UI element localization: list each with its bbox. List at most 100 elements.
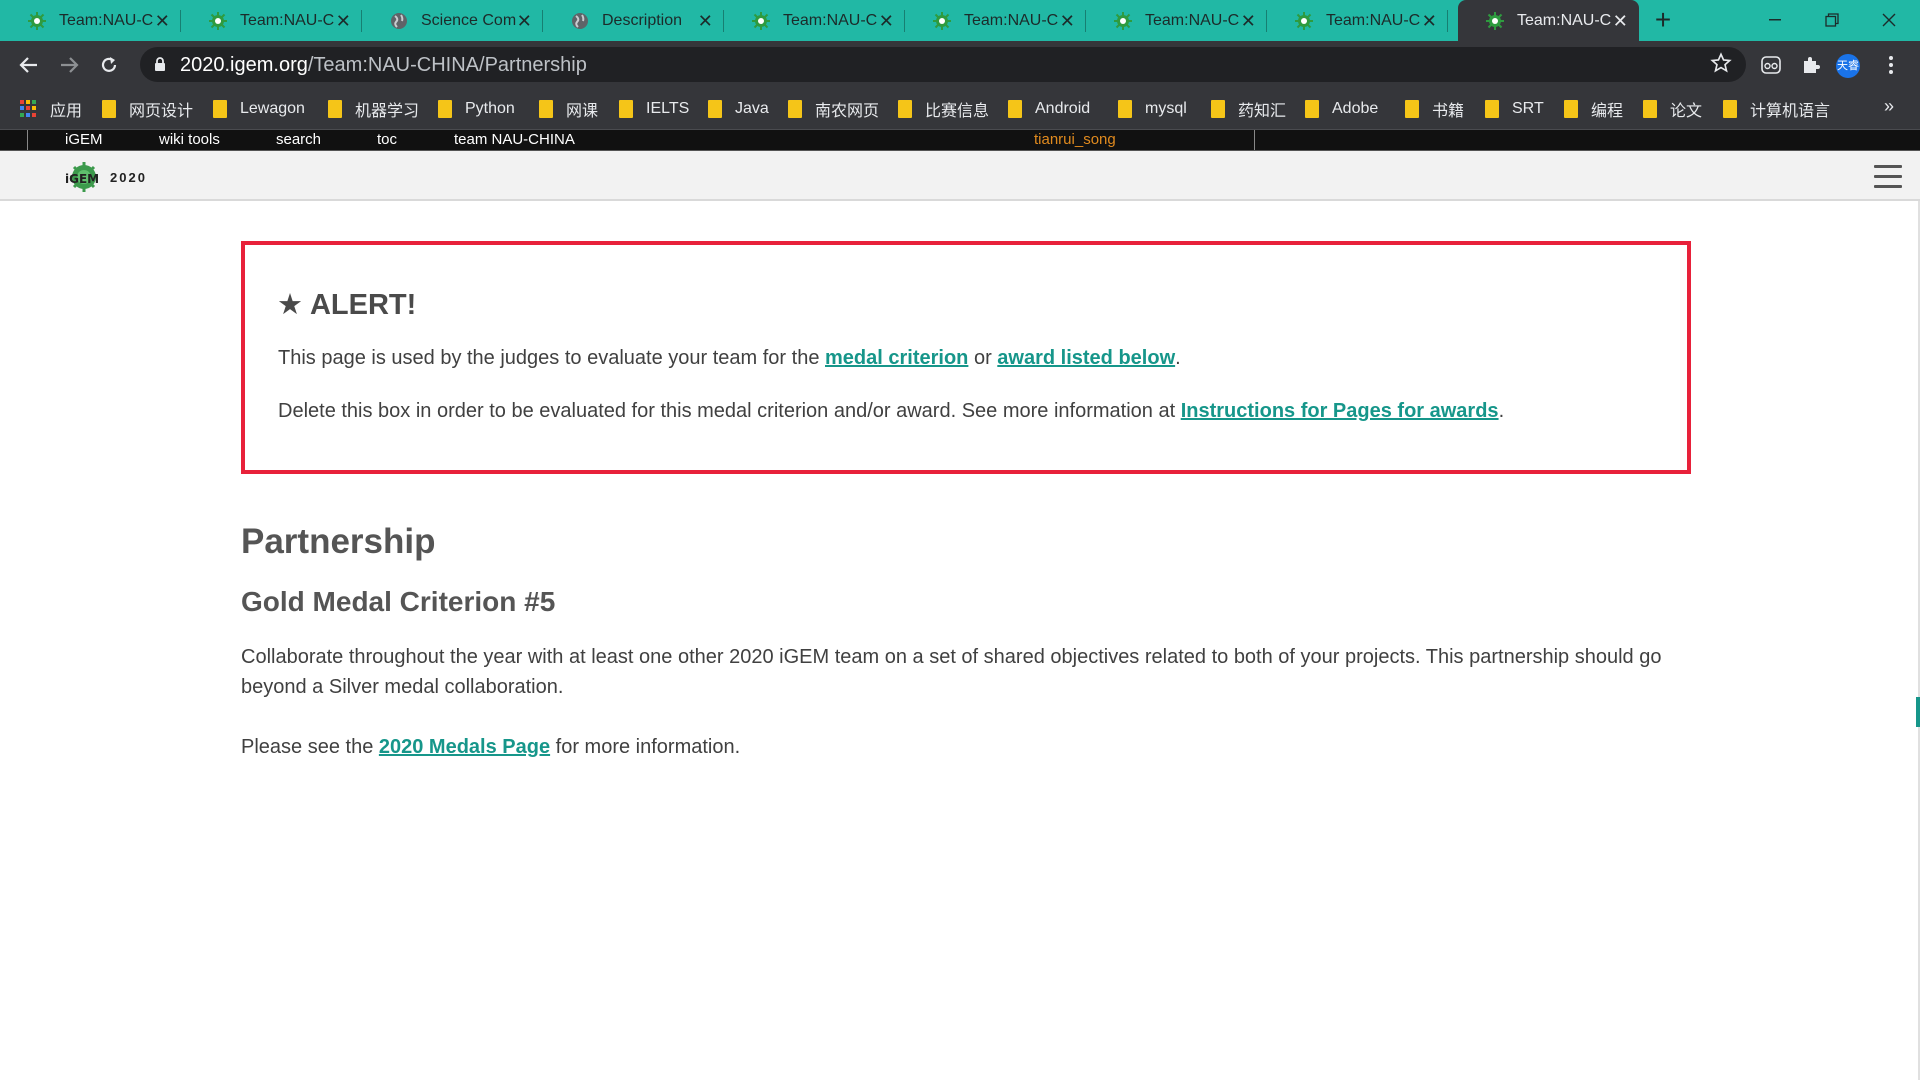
browser-tab[interactable]: Team:NAU-CHINA ✕ [1086, 0, 1267, 41]
bookmark-folder[interactable]: 比赛信息 [898, 88, 989, 129]
bookmark-label: mysql [1145, 99, 1187, 117]
bookmark-folder[interactable]: mysql [1118, 88, 1187, 129]
folder-icon [708, 99, 722, 118]
tab-close-icon[interactable]: ✕ [1421, 12, 1438, 30]
bookmark-star-icon[interactable] [1710, 52, 1732, 79]
svg-text:iGEM: iGEM [65, 172, 99, 186]
igem-2020-logo[interactable]: iGEM 2020 [64, 162, 147, 192]
apps-grid-icon [20, 99, 38, 118]
instructions-pages-awards-link[interactable]: Instructions for Pages for awards [1181, 400, 1499, 422]
tab-close-icon[interactable]: ✕ [1059, 12, 1076, 30]
bookmark-label: 南农网页 [815, 102, 880, 120]
award-listed-below-link[interactable]: award listed below [997, 347, 1175, 369]
topbar-link-igem[interactable]: iGEM [65, 131, 103, 148]
topbar-username[interactable]: tianrui_song [1034, 131, 1116, 148]
scroll-indicator[interactable] [1916, 697, 1920, 727]
browser-tab[interactable]: Team:NAU-CHINA ✕ [181, 0, 362, 41]
bookmark-folder[interactable]: Android [1008, 88, 1090, 129]
browser-tab[interactable]: Science Communication ✕ [362, 0, 543, 41]
browser-tab-active[interactable]: Team:NAU-CHINA ✕ [1458, 0, 1639, 41]
bookmark-folder[interactable]: 编程 [1564, 88, 1623, 129]
bookmark-label: 应用 [50, 102, 83, 120]
bookmark-folder[interactable]: Lewagon [213, 88, 305, 129]
tab-title: Team:NAU-CHINA [240, 11, 335, 29]
minimize-icon[interactable] [1755, 6, 1795, 34]
bookmark-label: 网页设计 [129, 102, 194, 120]
igem-logo-icon: iGEM [65, 162, 99, 192]
topbar-link-search[interactable]: search [276, 131, 321, 148]
address-bar[interactable]: 2020.igem.org/Team:NAU-CHINA/Partnership [140, 47, 1746, 82]
tab-close-icon[interactable]: ✕ [335, 12, 352, 30]
alert-text: This page is used by the judges to evalu… [278, 347, 825, 369]
bookmark-folder[interactable]: 计算机语言 [1723, 88, 1830, 129]
new-tab-button[interactable]: + [1648, 6, 1678, 36]
url-path: /Team:NAU-CHINA/Partnership [307, 54, 587, 76]
igem-favicon-icon [932, 11, 952, 31]
bookmark-folder[interactable]: 药知汇 [1211, 88, 1286, 129]
browser-toolbar: 2020.igem.org/Team:NAU-CHINA/Partnership… [0, 41, 1920, 88]
medals-info-paragraph: Please see the 2020 Medals Page for more… [241, 732, 1691, 762]
bookmark-apps[interactable]: 应用 [20, 88, 82, 129]
paragraph-text: for more information. [550, 736, 741, 758]
back-arrow-icon[interactable] [14, 50, 44, 80]
site-navbar: iGEM 2020 [0, 151, 1920, 201]
folder-icon [1405, 99, 1419, 118]
bookmark-folder[interactable]: IELTS [619, 88, 689, 129]
bookmark-folder[interactable]: 南农网页 [788, 88, 879, 129]
alert-paragraph-2: Delete this box in order to be evaluated… [278, 400, 1504, 423]
window-close-icon[interactable] [1869, 6, 1909, 34]
url-text[interactable]: 2020.igem.org/Team:NAU-CHINA/Partnership [180, 54, 587, 77]
browser-tab[interactable]: Team:NAU-CHINA ✕ [0, 0, 181, 41]
browser-tab[interactable]: Team:NAU-CHINA ✕ [905, 0, 1086, 41]
bookmark-folder[interactable]: Adobe [1305, 88, 1378, 129]
tab-close-icon[interactable]: ✕ [697, 12, 714, 30]
igem-wiki-topbar: iGEM wiki tools search toc team NAU-CHIN… [0, 130, 1920, 151]
bookmark-folder[interactable]: 网页设计 [102, 88, 193, 129]
bookmark-folder[interactable]: 网课 [539, 88, 598, 129]
extensions-puzzle-icon[interactable] [1796, 50, 1826, 80]
tab-close-icon[interactable]: ✕ [1612, 12, 1629, 30]
medal-criterion-link[interactable]: medal criterion [825, 347, 968, 369]
browser-tab[interactable]: Team:NAU-CHINA ✕ [724, 0, 905, 41]
folder-icon [213, 99, 227, 118]
topbar-link-team[interactable]: team NAU-CHINA [454, 131, 575, 148]
bookmark-folder[interactable]: SRT [1485, 88, 1544, 129]
reload-icon[interactable] [94, 50, 124, 80]
bookmark-label: SRT [1512, 99, 1544, 117]
browser-tab[interactable]: Description ✕ [543, 0, 724, 41]
medals-page-link[interactable]: 2020 Medals Page [379, 736, 550, 758]
bookmarks-overflow-button[interactable]: » [1884, 96, 1894, 117]
restore-icon[interactable] [1812, 6, 1852, 34]
bookmark-folder[interactable]: Python [438, 88, 515, 129]
browser-tab[interactable]: Team:NAU-CHINA ✕ [1267, 0, 1448, 41]
tab-title: Team:NAU-CHINA [59, 11, 154, 29]
bookmark-label: Adobe [1332, 99, 1379, 117]
topbar-divider [27, 130, 28, 150]
bookmark-folder[interactable]: 书籍 [1405, 88, 1464, 129]
folder-icon [898, 99, 912, 118]
igem-favicon-icon [208, 11, 228, 31]
topbar-link-wiki-tools[interactable]: wiki tools [159, 131, 220, 148]
tab-close-icon[interactable]: ✕ [878, 12, 895, 30]
topbar-link-toc[interactable]: toc [377, 131, 397, 148]
tab-close-icon[interactable]: ✕ [1240, 12, 1257, 30]
profile-avatar[interactable]: 天睿 [1836, 54, 1860, 78]
criterion-description: Collaborate throughout the year with at … [241, 646, 1662, 698]
tab-close-icon[interactable]: ✕ [154, 12, 171, 30]
paragraph-text: Please see the [241, 736, 379, 758]
bookmark-folder[interactable]: Java [708, 88, 769, 129]
browser-menu-icon[interactable] [1876, 50, 1906, 80]
folder-icon [1485, 99, 1499, 118]
tab-title: Team:NAU-CHINA [1326, 11, 1421, 29]
tab-close-icon[interactable]: ✕ [516, 12, 533, 30]
bookmark-folder[interactable]: 机器学习 [328, 88, 419, 129]
hamburger-menu-icon[interactable] [1874, 165, 1902, 189]
bookmark-label: 计算机语言 [1750, 102, 1831, 120]
bookmark-folder[interactable]: 论文 [1643, 88, 1702, 129]
folder-icon [438, 99, 452, 118]
folder-icon [1643, 99, 1657, 118]
lock-icon[interactable] [154, 57, 166, 77]
forward-arrow-icon[interactable] [54, 50, 84, 80]
incognito-extension-icon[interactable] [1756, 50, 1786, 80]
folder-icon [1723, 99, 1737, 118]
